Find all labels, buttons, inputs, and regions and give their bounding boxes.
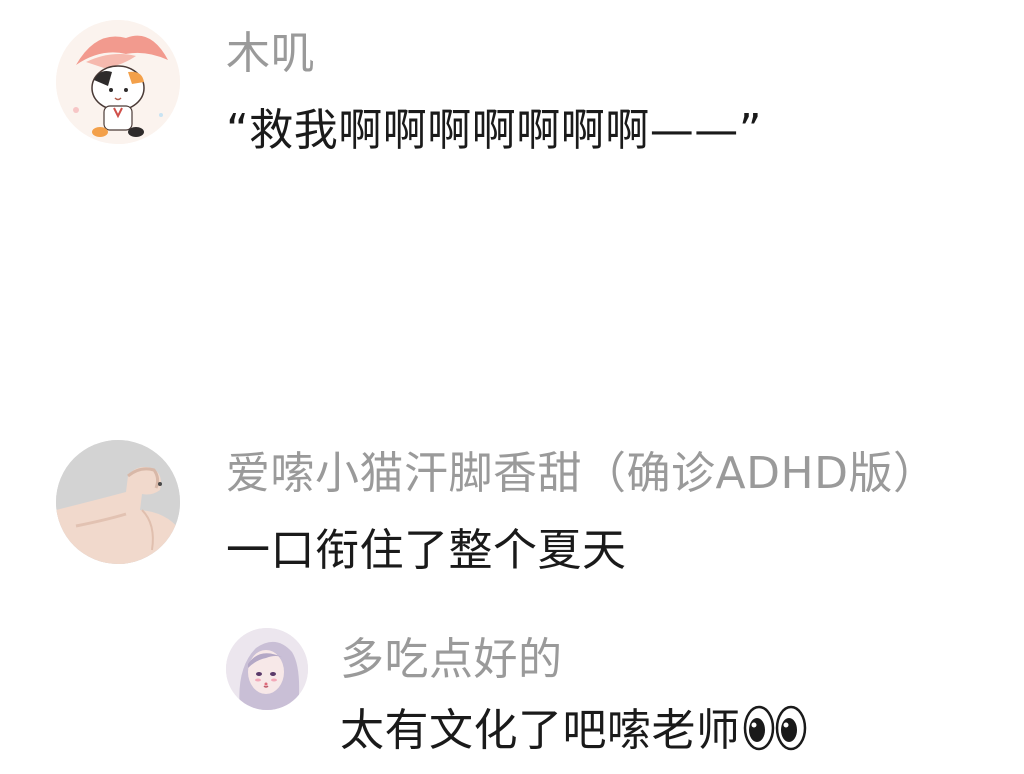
eyes-emoji-icon	[743, 705, 807, 764]
comment-text: “救我啊啊啊啊啊啊啊——”	[226, 105, 763, 156]
cat-girl-avatar-icon	[56, 20, 180, 144]
comment-username[interactable]: 木叽	[226, 28, 315, 80]
comment-username[interactable]: 爱嗦小猫汗脚香甜（确诊ADHD版）	[226, 448, 937, 500]
avatar[interactable]	[226, 628, 308, 710]
reply-text: 太有文化了吧嗦老师	[340, 705, 741, 756]
flexed-arm-avatar-icon	[56, 440, 180, 564]
avatar[interactable]	[56, 20, 180, 144]
reply-username[interactable]: 多吃点好的	[340, 634, 563, 686]
anime-girl-avatar-icon	[226, 628, 308, 710]
avatar[interactable]	[56, 440, 180, 564]
comment-text: 一口衔住了整个夏天	[226, 525, 627, 576]
reply-text-line: 太有文化了吧嗦老师	[340, 704, 807, 764]
